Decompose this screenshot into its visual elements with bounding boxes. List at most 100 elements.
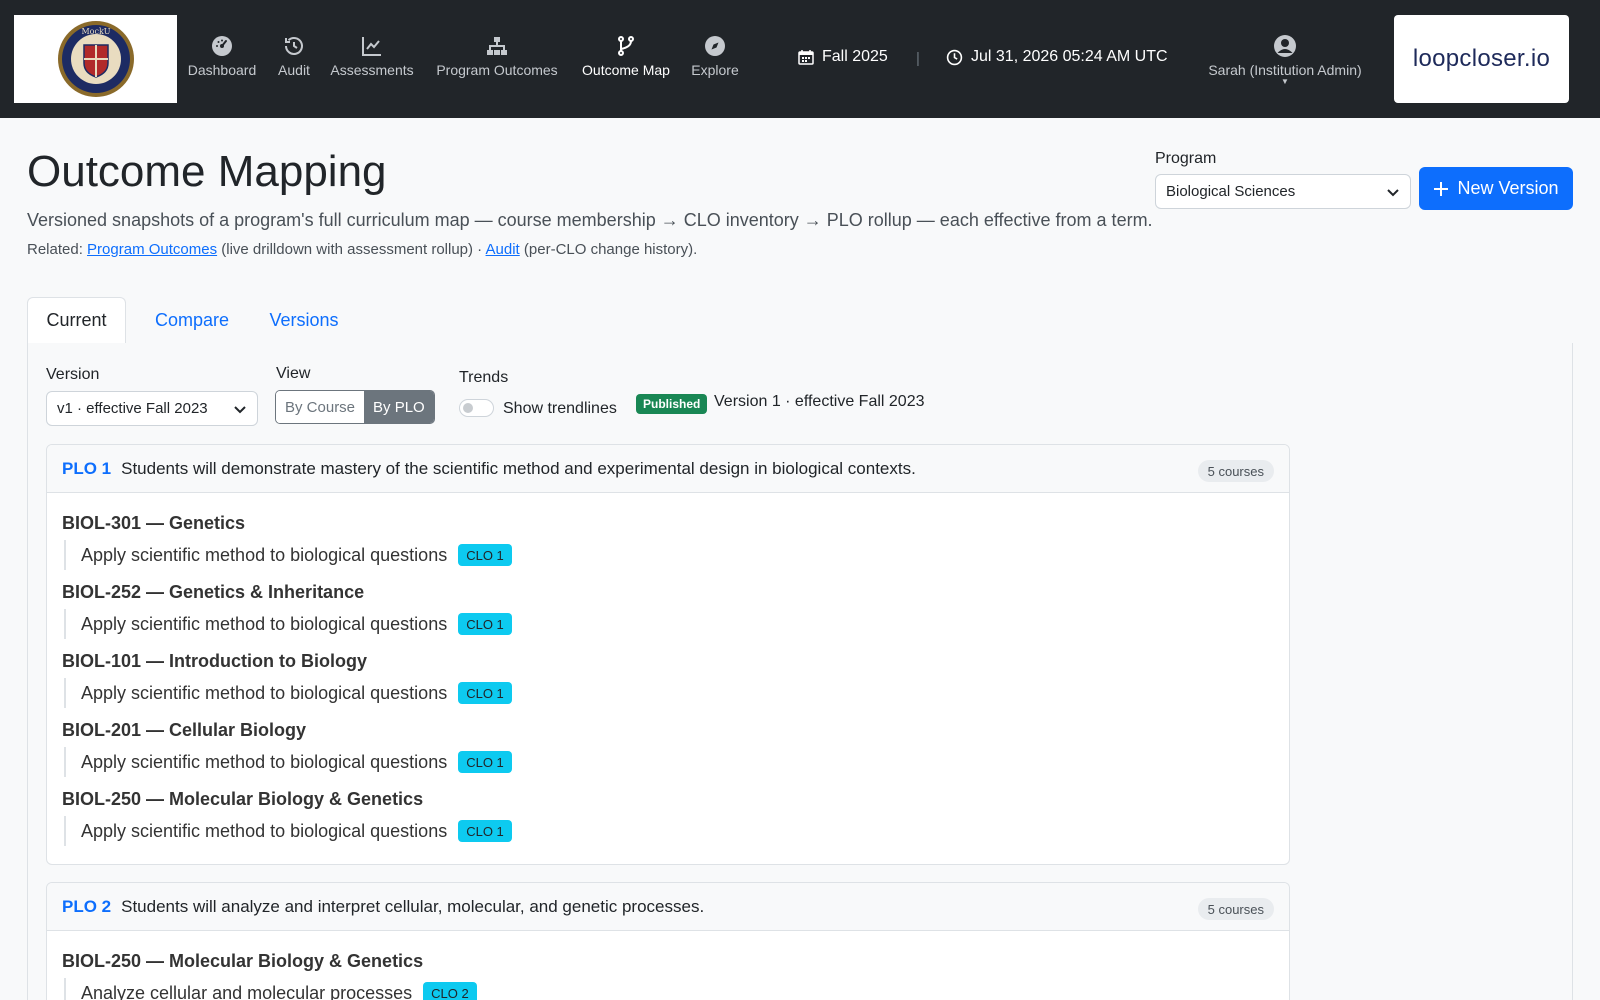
course-title: BIOL-301 — Genetics [62,513,246,533]
clo-badge: CLO 1 [458,544,512,566]
view-toggle-group: By Course By PLO [275,390,435,424]
tab-compare[interactable]: Compare [143,297,241,344]
related-suffix: (per-CLO change history). [519,241,698,258]
plo-header: PLO 2 Students will analyze and interpre… [47,883,1289,931]
audit-link[interactable]: Audit [486,241,520,258]
view-label: View [276,365,311,382]
list-item: BIOL-201 — Cellular Biology Apply scient… [62,716,1274,785]
clo-row: Apply scientific method to biological qu… [64,540,512,570]
chart-line-icon [362,37,381,56]
tab-versions[interactable]: Versions [257,297,351,344]
nav-label: Audit [278,62,310,78]
course-count-badge: 5 courses [1197,460,1274,482]
nav-label: Dashboard [187,62,257,78]
plo-header: PLO 1 Students will demonstrate mastery … [47,445,1289,493]
chevron-down-icon: ▼ [1281,77,1289,86]
plo-card: PLO 1 Students will demonstrate mastery … [46,444,1290,865]
view-by-course-button[interactable]: By Course [276,391,365,423]
datetime-label: Jul 31, 2026 05:24 AM UTC [971,48,1168,65]
course-title: BIOL-250 — Molecular Biology & Genetics [62,789,424,809]
clo-text: Apply scientific method to biological qu… [81,613,448,634]
course-title: BIOL-101 — Introduction to Biology [62,651,367,671]
nav-audit[interactable]: Audit [273,34,315,78]
plus-icon [1434,181,1449,196]
top-navbar: MockU Dashboard Audit Assessments Progra… [0,0,1600,118]
version-info: Version 1 · effective Fall 2023 [714,393,925,410]
institution-logo[interactable]: MockU [14,15,177,103]
clo-text: Apply scientific method to biological qu… [81,682,448,703]
related-mid: (live drilldown with assessment rollup) … [217,241,486,258]
trendlines-switch[interactable] [459,399,494,417]
nav-label: Explore [691,62,739,78]
nav-label: Outcome Map [582,62,670,78]
plo-code: PLO 1 [62,458,112,478]
clo-row: Apply scientific method to biological qu… [64,816,512,846]
current-term[interactable]: Fall 2025 [798,48,888,66]
clo-row: Analyze cellular and molecular processes… [64,978,477,1000]
program-select[interactable]: Biological Sciences [1155,174,1411,209]
hierarchy-icon [487,37,507,55]
nav-explore[interactable]: Explore [689,34,741,78]
new-version-button[interactable]: New Version [1419,167,1573,210]
course-title: BIOL-201 — Cellular Biology [62,720,307,740]
plo-course-list: BIOL-250 — Molecular Biology & Genetics … [47,931,1289,1000]
course-count-badge: 5 courses [1197,898,1274,920]
list-item: BIOL-250 — Molecular Biology & Genetics … [62,947,1274,1000]
list-item: BIOL-301 — Genetics Apply scientific met… [62,509,1274,578]
program-outcomes-link[interactable]: Program Outcomes [87,241,217,258]
course-title: BIOL-250 — Molecular Biology & Genetics [62,951,424,971]
new-version-label: New Version [1457,178,1559,198]
trends-label: Trends [459,369,509,386]
clo-badge: CLO 2 [423,982,477,1000]
nav-label: Program Outcomes [436,62,558,78]
clo-badge: CLO 1 [458,613,512,635]
nav-outcome-map[interactable]: Outcome Map [578,34,674,78]
tab-bar: Current Compare Versions [27,297,1573,344]
chevron-down-icon [234,405,246,413]
current-datetime: Jul 31, 2026 05:24 AM UTC [946,48,1168,66]
clo-text: Apply scientific method to biological qu… [81,820,448,841]
version-label: Version [46,366,100,383]
tab-current[interactable]: Current [27,297,126,344]
trendlines-label: Show trendlines [503,400,617,417]
user-menu[interactable]: Sarah (Institution Admin) ▼ [1196,34,1374,86]
clo-badge: CLO 1 [458,682,512,704]
list-item: BIOL-252 — Genetics & Inheritance Apply … [62,578,1274,647]
version-select-value: v1 · effective Fall 2023 [57,400,208,417]
dashboard-gauge-icon [212,36,232,56]
nav-separator: | [916,50,920,67]
nav-dashboard[interactable]: Dashboard [186,34,258,78]
version-select[interactable]: v1 · effective Fall 2023 [46,391,258,426]
status-badge: Published [636,394,708,414]
calendar-icon [798,50,814,65]
clo-text: Analyze cellular and molecular processes [81,982,413,1000]
plo-statement: Students will analyze and interpret cell… [121,896,705,916]
clo-row: Apply scientific method to biological qu… [64,609,512,639]
user-avatar-icon [1274,35,1296,57]
clock-icon [946,49,963,65]
nav-program-outcomes[interactable]: Program Outcomes [431,34,563,78]
history-icon [285,37,303,55]
chevron-down-icon [1387,188,1399,196]
view-by-plo-button[interactable]: By PLO [364,391,434,423]
related-links: Related: Program Outcomes (live drilldow… [27,241,697,258]
list-item: BIOL-101 — Introduction to Biology Apply… [62,647,1274,716]
list-item: BIOL-250 — Molecular Biology & Genetics … [62,785,1274,854]
nav-assessments[interactable]: Assessments [327,34,417,78]
plo-course-list: BIOL-301 — Genetics Apply scientific met… [47,493,1289,854]
plo-card: PLO 2 Students will analyze and interpre… [46,882,1290,1000]
nav-label: Assessments [330,62,414,78]
clo-row: Apply scientific method to biological qu… [64,747,512,777]
clo-text: Apply scientific method to biological qu… [81,544,448,565]
loopcloser-logo[interactable]: loopcloser.io [1394,15,1569,103]
user-name: Sarah (Institution Admin) [1208,62,1362,78]
compass-icon [705,36,725,56]
clo-row: Apply scientific method to biological qu… [64,678,512,708]
related-prefix: Related: [27,241,88,258]
page-title: Outcome Mapping [27,147,387,196]
svg-text:MockU: MockU [81,27,110,36]
plo-statement: Students will demonstrate mastery of the… [121,458,916,478]
program-label: Program [1155,150,1217,167]
branch-icon [618,36,634,56]
brand-name: loopcloser.io [1412,45,1551,72]
